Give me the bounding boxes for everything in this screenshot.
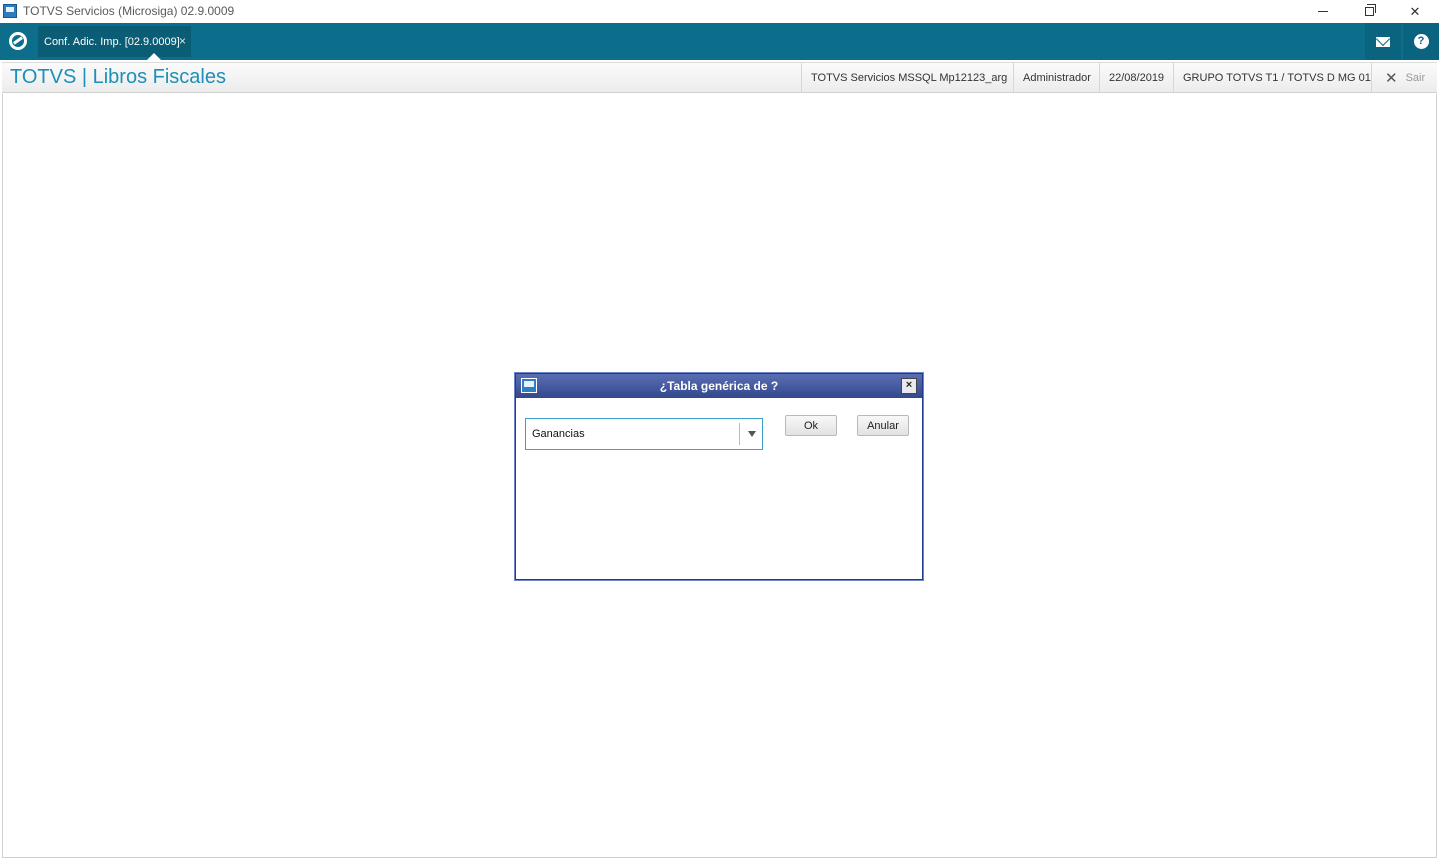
date-info: 22/08/2019 — [1099, 63, 1173, 93]
help-icon: ? — [1413, 34, 1429, 49]
dialog-body: Ganancias Ok Anular — [516, 398, 922, 579]
close-icon: ✕ — [1409, 3, 1421, 19]
app-icon — [3, 4, 17, 18]
totvs-home-icon[interactable] — [9, 32, 27, 50]
restore-icon — [1364, 4, 1376, 16]
exit-icon: ✕ — [1385, 70, 1398, 87]
mail-icon — [1376, 36, 1390, 47]
dialog-titlebar[interactable]: ¿Tabla genérica de ? × — [516, 374, 922, 398]
tab-label: Conf. Adic. Imp. [02.9.0009] — [44, 35, 180, 48]
tab-conf-adic-imp[interactable]: Conf. Adic. Imp. [02.9.0009] × — [38, 26, 191, 60]
cancel-button[interactable]: Anular — [857, 415, 909, 436]
module-title: TOTVS | Libros Fiscales — [10, 66, 226, 88]
exit-label: Sair — [1405, 72, 1426, 84]
tab-pointer-indicator — [147, 53, 161, 60]
tab-bar: Conf. Adic. Imp. [02.9.0009] × ? — [0, 23, 1439, 60]
header-bar: TOTVS | Libros Fiscales TOTVS Servicios … — [2, 62, 1437, 93]
tab-close-icon[interactable]: × — [179, 34, 186, 48]
minimize-icon — [1318, 11, 1328, 12]
window-close-button[interactable]: ✕ — [1392, 0, 1438, 23]
table-select[interactable]: Ganancias — [525, 418, 763, 450]
window-title: TOTVS Servicios (Microsiga) 02.9.0009 — [23, 4, 235, 18]
ok-button[interactable]: Ok — [785, 415, 837, 436]
help-button[interactable]: ? — [1403, 23, 1439, 60]
restore-button[interactable] — [1346, 0, 1392, 23]
company-group-info: GRUPO TOTVS T1 / TOTVS D MG 01 — [1173, 63, 1380, 93]
dialog-close-button[interactable]: × — [901, 378, 917, 394]
exit-button[interactable]: ✕ Sair — [1371, 63, 1434, 93]
minimize-button[interactable] — [1300, 0, 1346, 23]
generic-table-dialog: ¿Tabla genérica de ? × Ganancias Ok Anul… — [515, 373, 923, 580]
select-divider — [739, 423, 740, 445]
window-titlebar: TOTVS Servicios (Microsiga) 02.9.0009 ✕ — [0, 0, 1439, 23]
user-info: Administrador — [1013, 63, 1100, 93]
messages-button[interactable] — [1365, 23, 1401, 60]
table-select-value: Ganancias — [532, 428, 585, 440]
dialog-title: ¿Tabla genérica de ? — [659, 379, 779, 393]
environment-info: TOTVS Servicios MSSQL Mp12123_arg — [801, 63, 1016, 93]
chevron-down-icon[interactable] — [748, 431, 756, 437]
